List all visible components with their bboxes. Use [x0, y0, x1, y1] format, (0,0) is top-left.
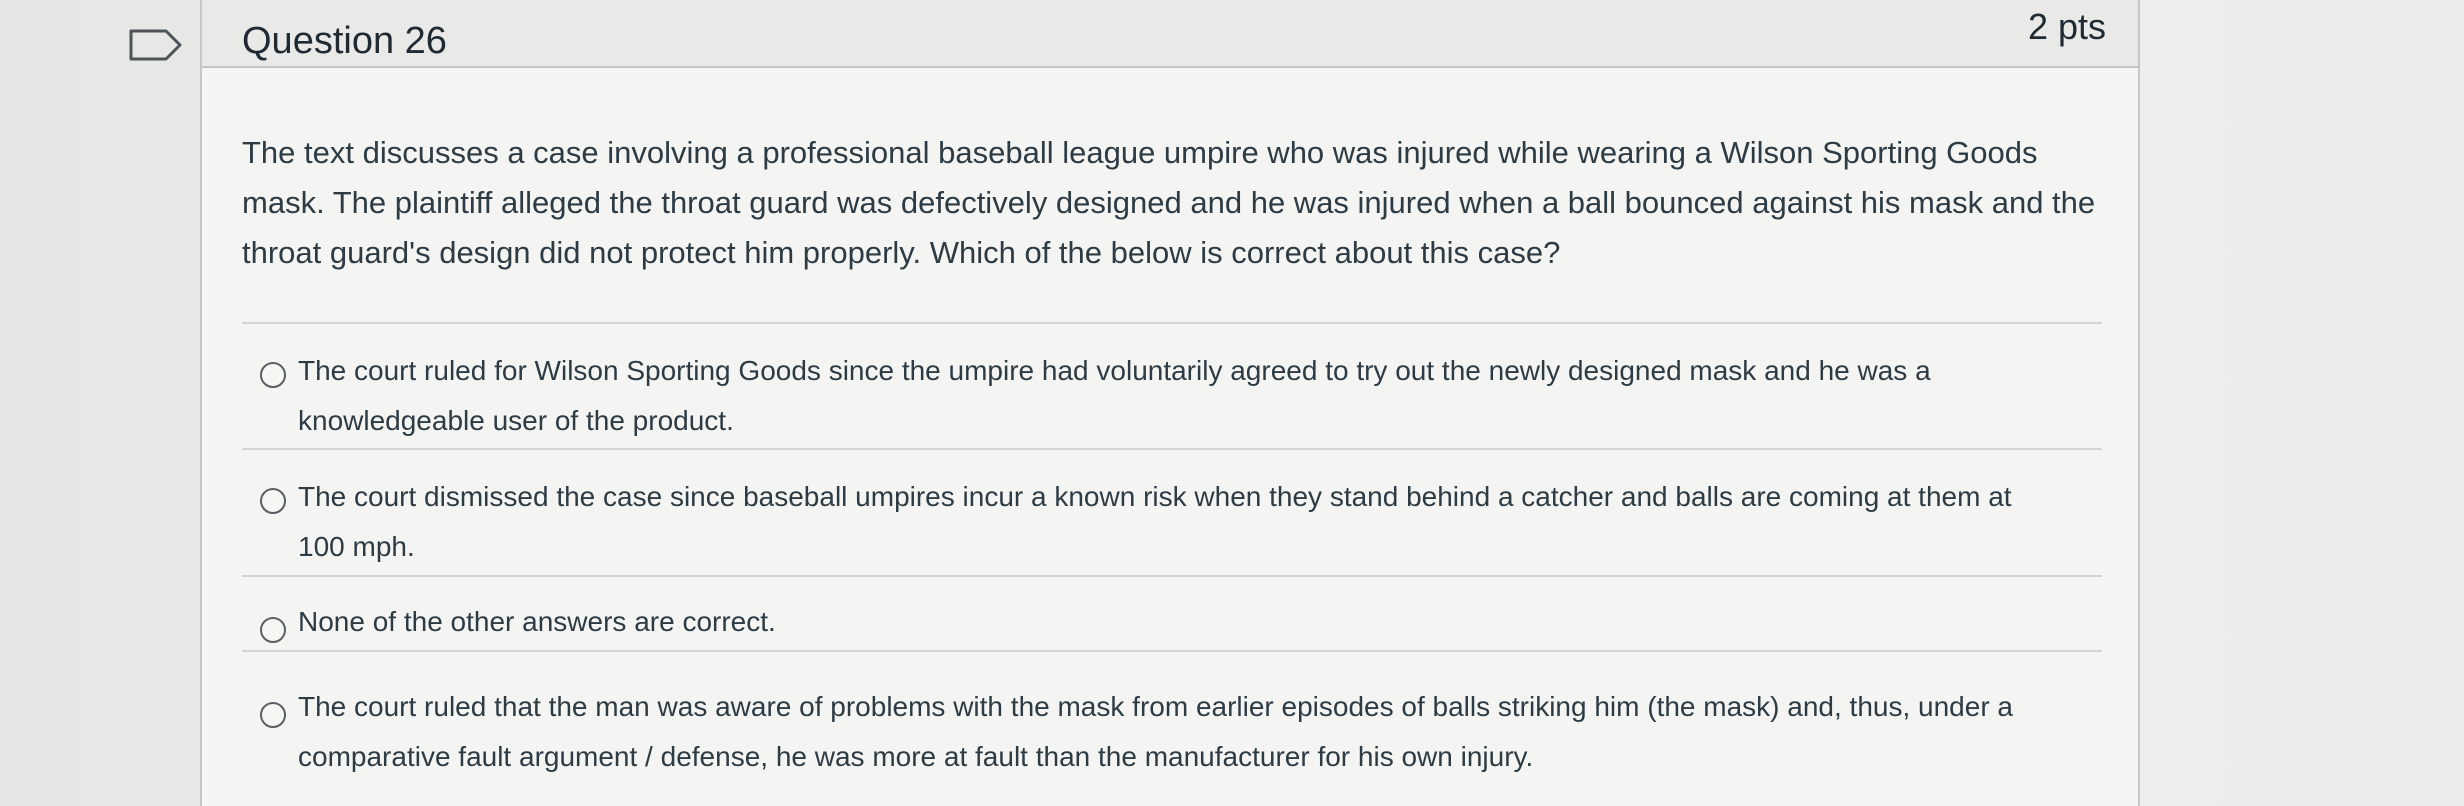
radio-unselected-icon[interactable]: [260, 702, 286, 728]
answer-label[interactable]: None of the other answers are correct.: [298, 597, 2028, 647]
question-header: Question 26 2 pts: [202, 0, 2138, 68]
quiz-page: Question 26 2 pts The text discusses a c…: [0, 0, 2464, 806]
radio-unselected-icon[interactable]: [260, 617, 286, 643]
answer-option-3[interactable]: None of the other answers are correct.: [242, 575, 2102, 647]
flag-question-icon[interactable]: [128, 28, 184, 62]
question-card: Question 26 2 pts The text discusses a c…: [200, 0, 2140, 806]
answer-option-1[interactable]: The court ruled for Wilson Sporting Good…: [242, 322, 2102, 442]
answer-label[interactable]: The court ruled that the man was aware o…: [298, 682, 2028, 782]
radio-unselected-icon[interactable]: [260, 488, 286, 514]
answer-label[interactable]: The court dismissed the case since baseb…: [298, 472, 2028, 572]
question-title: Question 26: [242, 20, 447, 62]
radio-unselected-icon[interactable]: [260, 362, 286, 388]
answer-label[interactable]: The court ruled for Wilson Sporting Good…: [298, 346, 2028, 446]
question-points: 2 pts: [2027, 6, 2106, 47]
answer-option-2[interactable]: The court dismissed the case since baseb…: [242, 448, 2102, 568]
question-text: The text discusses a case involving a pr…: [242, 135, 2096, 270]
answer-option-4[interactable]: The court ruled that the man was aware o…: [242, 650, 2102, 806]
